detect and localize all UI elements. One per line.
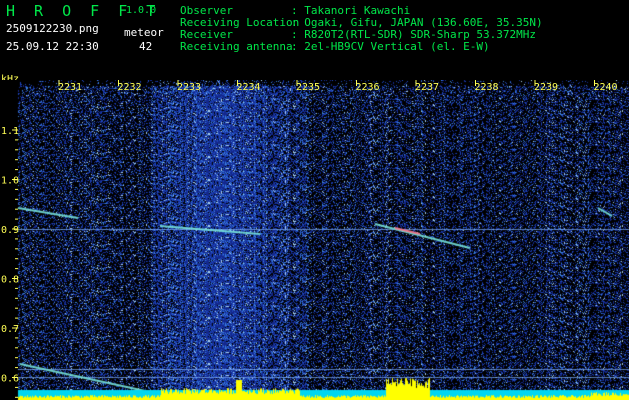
meteor-label: meteor xyxy=(124,26,164,39)
antenna-value: : 2el-HB9CV Vertical (el. E-W) xyxy=(291,40,490,53)
header: H R O F F T 1.0.0 2509122230.png 25.09.1… xyxy=(0,0,629,80)
app-version: 1.0.0 xyxy=(126,5,157,16)
meteor-count: 42 xyxy=(139,40,153,53)
file-datetime: 25.09.12 22:30 xyxy=(6,40,99,53)
antenna-label: Receiving antenna xyxy=(180,40,293,53)
spectrogram xyxy=(0,80,629,400)
file-name: 2509122230.png xyxy=(6,22,99,35)
